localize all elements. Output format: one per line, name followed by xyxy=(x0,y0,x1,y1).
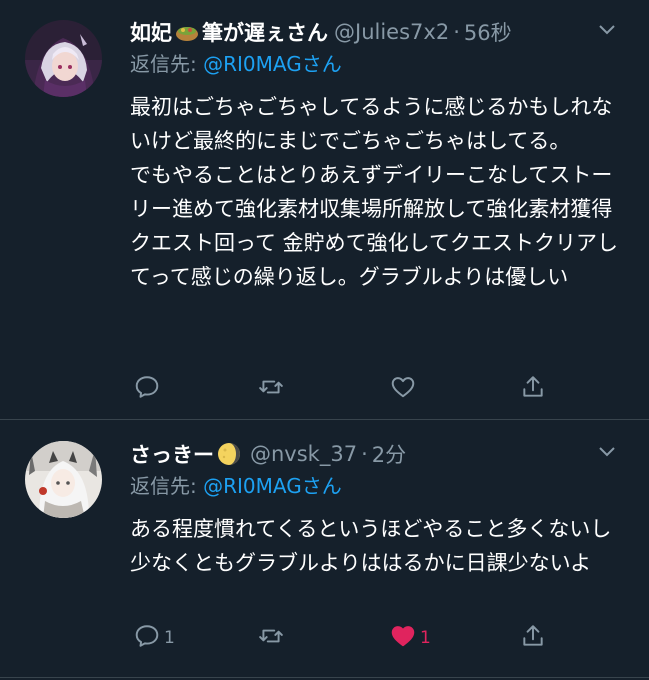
reply-button[interactable] xyxy=(134,374,164,404)
retweet-button[interactable] xyxy=(258,374,288,404)
retweet-button[interactable] xyxy=(258,623,288,653)
reply-button[interactable]: 1 xyxy=(134,623,175,653)
tweet[interactable]: さっきー @nvsk_37 · 2分 返信先: @RI0MAGさん ある程度慣れ… xyxy=(0,420,649,678)
moon-icon xyxy=(216,441,242,467)
timeline: 如妃 筆が遅ぇさん @Julies7x2 · 56秒 返信先: @RI0MAGさ… xyxy=(0,0,649,680)
reply-icon xyxy=(134,623,160,653)
tweet-text: 最初はごちゃごちゃしてるように感じるかもしれないけど最終的にまじでごちゃごちゃは… xyxy=(130,95,618,289)
separator-dot: · xyxy=(453,20,460,44)
like-button[interactable] xyxy=(390,374,420,404)
display-name[interactable]: さっきー xyxy=(130,439,214,469)
separator-dot: · xyxy=(361,442,368,466)
heart-icon xyxy=(390,623,416,653)
share-button[interactable] xyxy=(520,623,546,653)
reply-context: 返信先: @RI0MAGさん xyxy=(130,50,629,78)
share-button[interactable] xyxy=(520,374,546,404)
display-name[interactable]: 如妃 xyxy=(130,17,172,47)
reply-prefix: 返信先: xyxy=(130,474,204,498)
avatar[interactable] xyxy=(25,441,102,518)
handle[interactable]: @nvsk_37 xyxy=(250,442,357,466)
retweet-icon xyxy=(258,374,284,404)
share-icon xyxy=(520,374,546,404)
handle[interactable]: @Julies7x2 xyxy=(334,20,449,44)
timestamp[interactable]: 2分 xyxy=(372,439,406,469)
reply-context: 返信先: @RI0MAGさん xyxy=(130,472,629,500)
display-name-suffix: 筆が遅ぇさん xyxy=(202,21,328,45)
share-icon xyxy=(520,623,546,653)
chevron-down-icon[interactable] xyxy=(597,20,617,40)
tweet-text: ある程度慣れてくるというほどやること多くないし少なくともグラブルよりははるかに日… xyxy=(130,517,612,575)
avatar[interactable] xyxy=(25,20,102,97)
tweet-header: 如妃 筆が遅ぇさん @Julies7x2 · 56秒 xyxy=(130,16,629,48)
retweet-icon xyxy=(258,623,284,653)
tweet-actions: 1 1 xyxy=(130,623,600,653)
reply-icon xyxy=(134,374,160,404)
timestamp[interactable]: 56秒 xyxy=(464,17,512,47)
food-bowl-icon xyxy=(174,19,200,45)
heart-icon xyxy=(390,374,416,404)
reply-mention[interactable]: @RI0MAGさん xyxy=(203,52,342,76)
tweet-actions xyxy=(130,374,600,404)
reply-prefix: 返信先: xyxy=(130,52,204,76)
reply-count: 1 xyxy=(164,628,175,648)
tweet[interactable]: 如妃 筆が遅ぇさん @Julies7x2 · 56秒 返信先: @RI0MAGさ… xyxy=(0,0,649,420)
chevron-down-icon[interactable] xyxy=(597,442,617,462)
like-count: 1 xyxy=(420,628,431,648)
like-button[interactable]: 1 xyxy=(390,623,431,653)
reply-mention[interactable]: @RI0MAGさん xyxy=(203,474,342,498)
tweet-header: さっきー @nvsk_37 · 2分 xyxy=(130,438,629,470)
tweet-body: さっきー @nvsk_37 · 2分 返信先: @RI0MAGさん ある程度慣れ… xyxy=(130,438,629,580)
tweet-body: 如妃 筆が遅ぇさん @Julies7x2 · 56秒 返信先: @RI0MAGさ… xyxy=(130,16,629,294)
